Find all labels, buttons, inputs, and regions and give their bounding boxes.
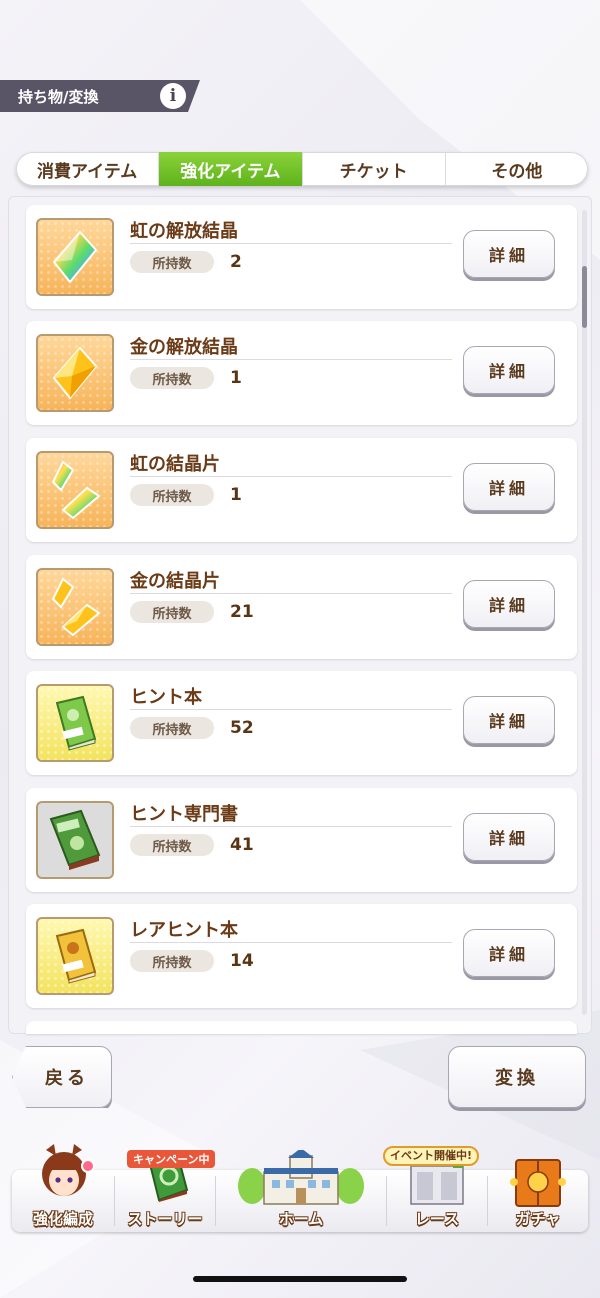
count-value: 2: [230, 252, 242, 272]
count-label: 所持数: [130, 950, 214, 972]
back-button[interactable]: 戻る: [12, 1046, 112, 1108]
bottom-nav: 強化編成 キャンペーン中 ストーリー ホーム イベント開催中! レース ガチャ: [12, 1144, 588, 1232]
list-item: レアヒント本 所持数 14 詳細: [26, 904, 577, 1008]
divider: [130, 709, 452, 710]
divider: [130, 476, 452, 477]
list-item: 虹の解放結晶 所持数 2 詳細: [26, 205, 577, 309]
item-category-tabs: 消費アイテム 強化アイテム チケット その他: [16, 152, 588, 186]
nav-label: ガチャ: [515, 1210, 561, 1228]
divider: [130, 826, 452, 827]
item-name: ヒント本: [130, 687, 202, 708]
divider: [130, 243, 452, 244]
gacha-door-icon: [510, 1159, 566, 1207]
detail-button[interactable]: 詳細: [463, 696, 555, 744]
divider: [130, 359, 452, 360]
gold-shards-icon: [36, 568, 114, 646]
item-name: レアヒント本: [130, 920, 238, 941]
count-label: 所持数: [130, 367, 214, 389]
divider: [130, 942, 452, 943]
nav-label: ホーム: [278, 1210, 324, 1228]
nav-item-home[interactable]: ホーム: [216, 1150, 386, 1232]
list-item-partial: [26, 1021, 577, 1034]
tab-others[interactable]: その他: [446, 152, 588, 186]
home-indicator[interactable]: [193, 1276, 407, 1282]
tab-tickets[interactable]: チケット: [303, 152, 446, 186]
count-value: 14: [230, 951, 254, 971]
school-building-icon: [238, 1150, 364, 1205]
item-name: 金の結晶片: [130, 571, 220, 592]
gold-crystal-icon: [36, 334, 114, 412]
count-label: 所持数: [130, 601, 214, 623]
page-title: 持ち物/変換: [18, 87, 99, 106]
count-label: 所持数: [130, 834, 214, 856]
nav-item-enhance-formation[interactable]: 強化編成: [12, 1144, 114, 1232]
list-item: 虹の結晶片 所持数 1 詳細: [26, 438, 577, 542]
hint-book-icon: [36, 684, 114, 762]
event-badge: イベント開催中!: [383, 1146, 480, 1166]
rainbow-shards-icon: [36, 451, 114, 529]
detail-button[interactable]: 詳細: [463, 463, 555, 511]
item-name: 虹の解放結晶: [130, 221, 238, 242]
item-name: 虹の結晶片: [130, 454, 220, 475]
item-name: 金の解放結晶: [130, 337, 238, 358]
detail-button[interactable]: 詳細: [463, 813, 555, 861]
divider: [130, 593, 452, 594]
count-value: 1: [230, 485, 242, 505]
count-label: 所持数: [130, 717, 214, 739]
tab-consumables[interactable]: 消費アイテム: [16, 152, 160, 186]
character-portrait-icon: [42, 1144, 94, 1196]
scrollbar-thumb[interactable]: [582, 266, 587, 328]
nav-item-story[interactable]: キャンペーン中 ストーリー: [115, 1150, 216, 1232]
list-item: ヒント専門書 所持数 41 詳細: [26, 788, 577, 892]
count-label: 所持数: [130, 251, 214, 273]
count-value: 52: [230, 718, 254, 738]
detail-button[interactable]: 詳細: [463, 346, 555, 394]
list-item: 金の結晶片 所持数 21 詳細: [26, 555, 577, 659]
nav-label: ストーリー: [127, 1210, 203, 1228]
convert-button[interactable]: 変換: [448, 1046, 586, 1108]
list-item: ヒント本 所持数 52 詳細: [26, 671, 577, 775]
count-value: 21: [230, 602, 254, 622]
list-item: 金の解放結晶 所持数 1 詳細: [26, 321, 577, 425]
info-icon[interactable]: i: [160, 83, 186, 109]
count-value: 41: [230, 835, 254, 855]
hint-specialist-book-icon: [36, 801, 114, 879]
nav-label: 強化編成: [32, 1210, 93, 1228]
nav-label: レース: [414, 1210, 460, 1228]
count-label: 所持数: [130, 484, 214, 506]
count-value: 1: [230, 368, 242, 388]
item-name: ヒント専門書: [130, 804, 238, 825]
campaign-badge: キャンペーン中: [127, 1150, 216, 1168]
list-scrollbar[interactable]: [582, 210, 587, 1015]
nav-item-race[interactable]: イベント開催中! レース: [383, 1146, 487, 1232]
tab-enhancement-items[interactable]: 強化アイテム: [159, 152, 303, 186]
detail-button[interactable]: 詳細: [463, 580, 555, 628]
detail-button[interactable]: 詳細: [463, 929, 555, 977]
rare-hint-book-icon: [36, 917, 114, 995]
nav-item-gacha[interactable]: ガチャ: [488, 1159, 588, 1232]
detail-button[interactable]: 詳細: [463, 230, 555, 278]
rainbow-crystal-icon: [36, 218, 114, 296]
